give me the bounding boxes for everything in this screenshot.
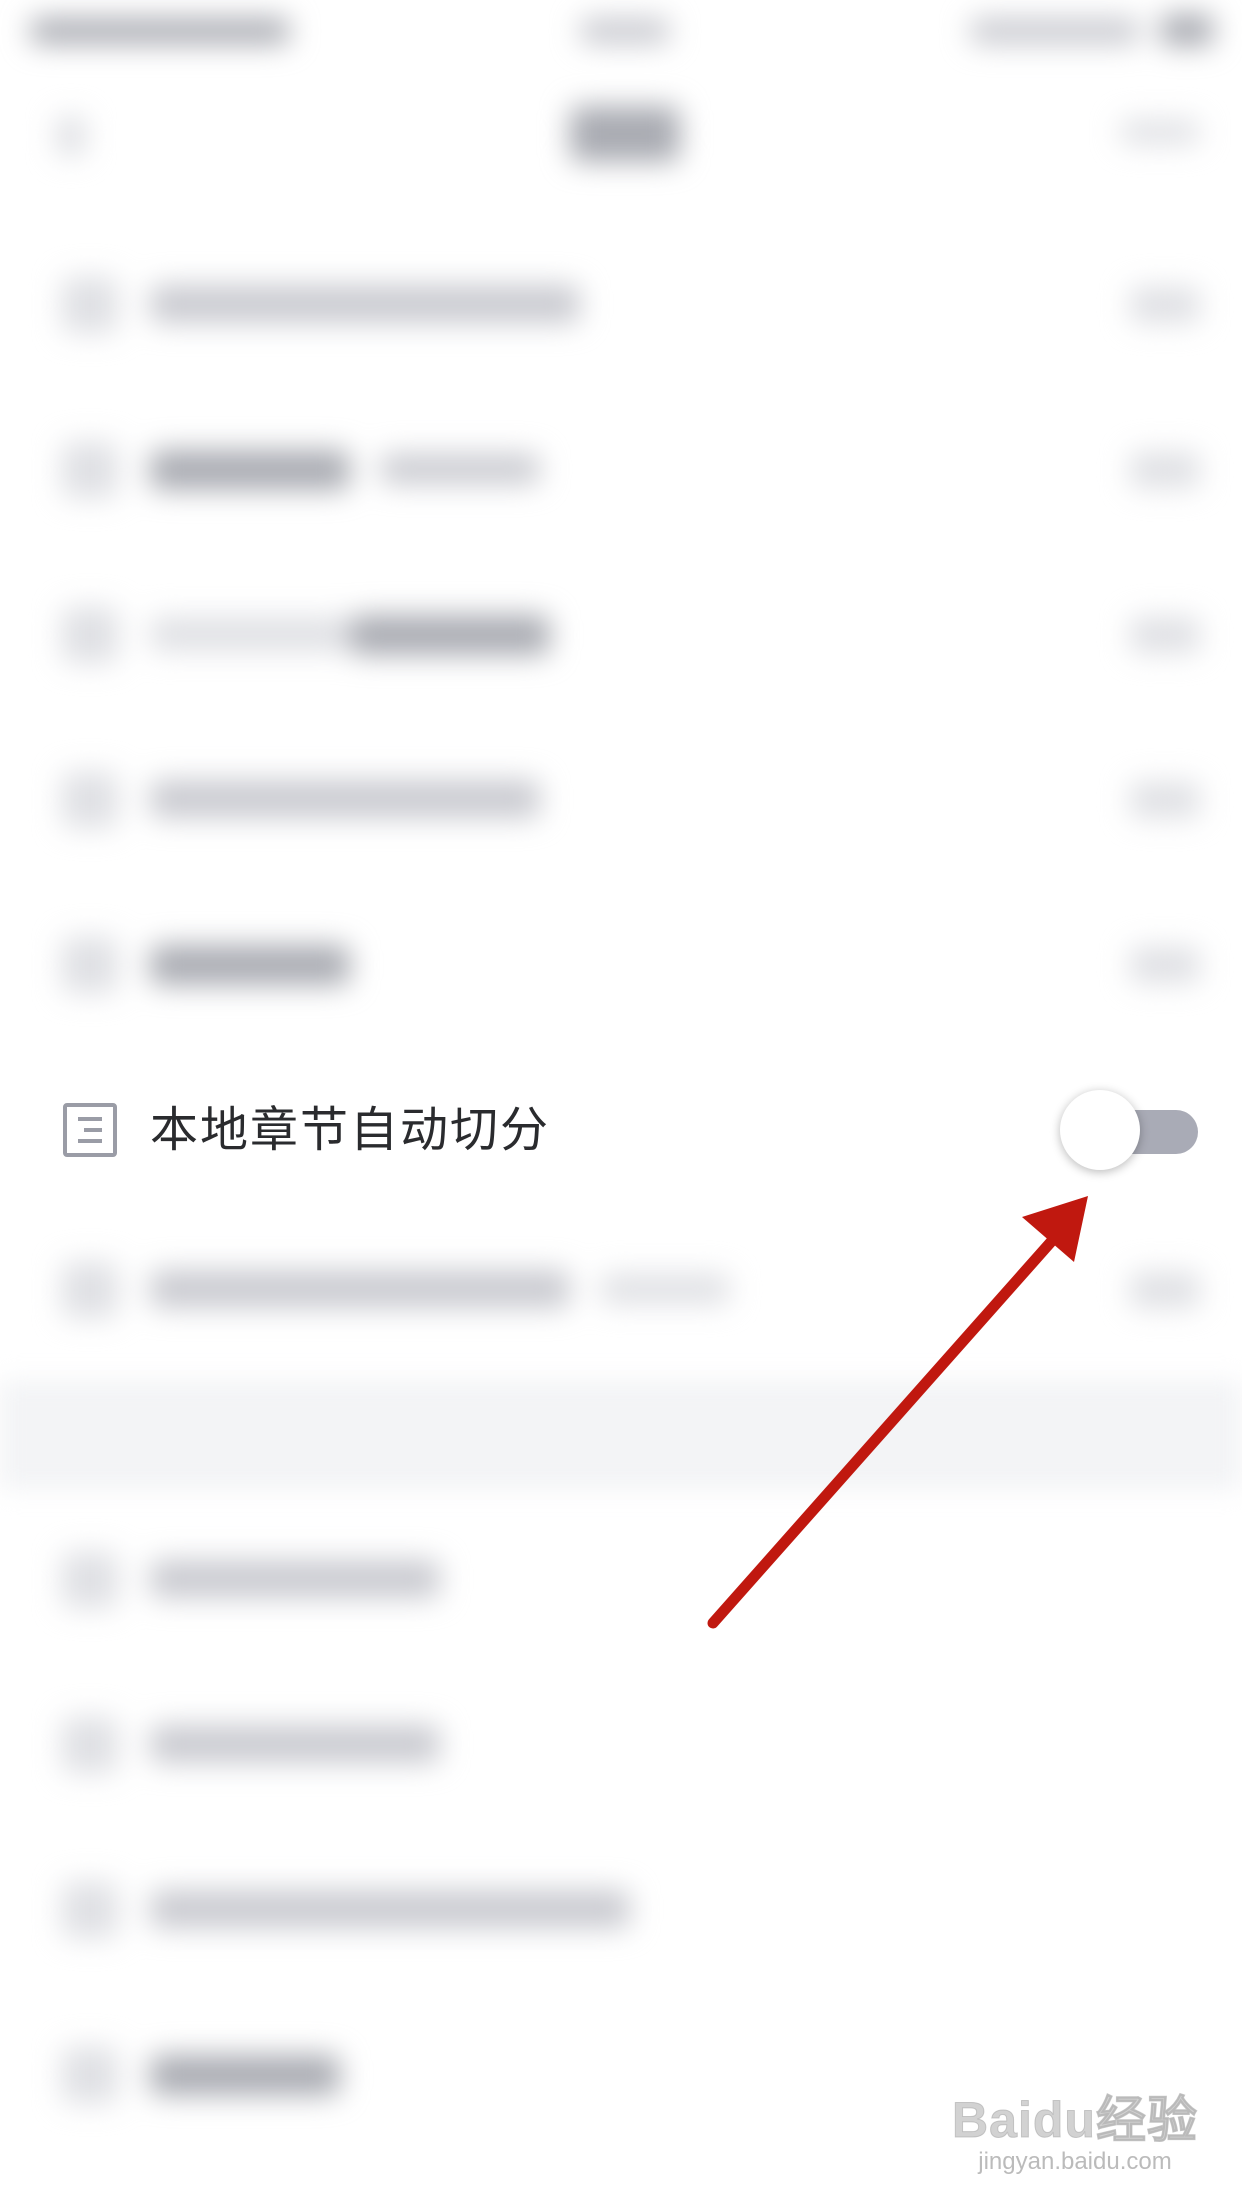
list-item-blurred [0,2015,1242,2135]
setting-label: 本地章节自动切分 [150,1102,551,1158]
list-item-blurred [0,410,1242,530]
status-bar-blurred [0,0,1242,70]
list-item-blurred [0,575,1242,695]
section-divider-blurred [0,1380,1242,1490]
list-item-blurred [0,740,1242,860]
list-item-blurred [0,245,1242,365]
list-item-blurred [0,1685,1242,1805]
list-item-blurred [0,1520,1242,1640]
setting-row-auto-split-chapters: 本地章节自动切分 [0,1070,1242,1190]
list-item-blurred [0,1850,1242,1970]
auto-split-chapters-toggle[interactable] [1060,1090,1198,1170]
settings-screen: 本地章节自动切分 Baidu经验 jingyan.baidu.com [0,0,1242,2208]
nav-bar-blurred [0,70,1242,250]
watermark: Baidu经验 jingyan.baidu.com [950,2080,1200,2190]
watermark-url: jingyan.baidu.com [978,2148,1172,2175]
watermark-logo: Baidu经验 [952,2092,1198,2149]
list-item-blurred [0,905,1242,1025]
list-item-blurred [0,1230,1242,1350]
document-list-icon [63,1103,117,1157]
toggle-thumb [1060,1090,1140,1170]
